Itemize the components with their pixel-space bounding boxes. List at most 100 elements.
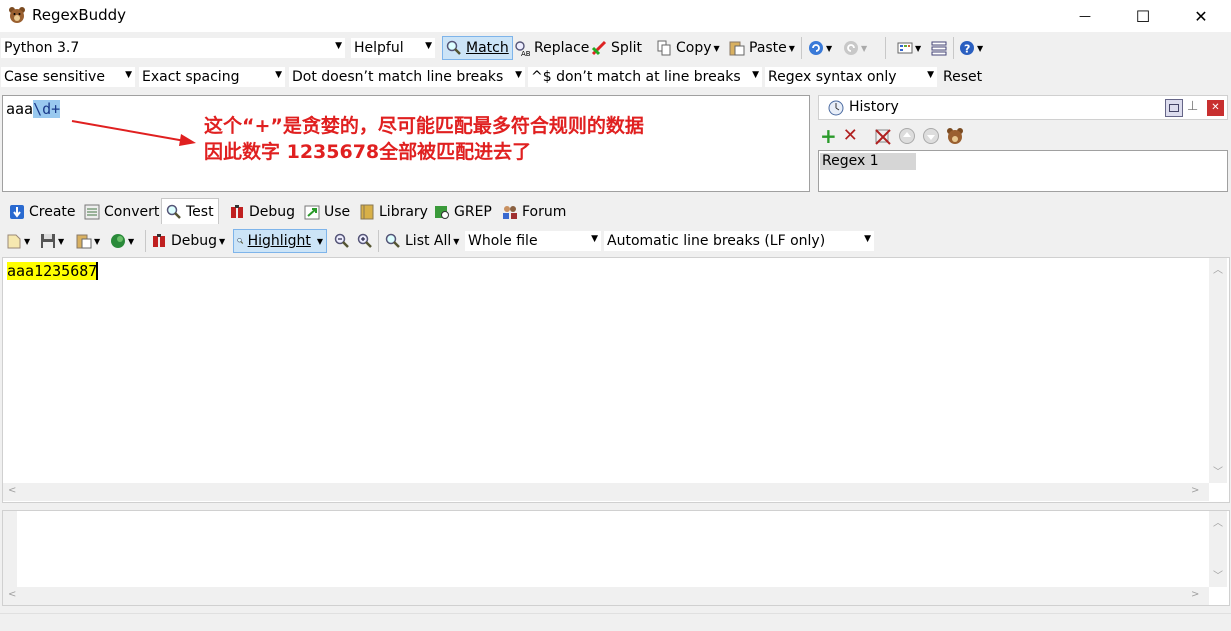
history-toolbar: + ✕ bbox=[820, 126, 964, 146]
scroll-down-icon[interactable]: ﹀ bbox=[1213, 567, 1223, 582]
annotation-line-2: 因此数字 1235678全部被匹配进去了 bbox=[204, 141, 532, 163]
tab-grep[interactable]: GREP bbox=[429, 200, 497, 224]
chevron-down-icon: ▼ bbox=[826, 43, 833, 53]
split-button[interactable]: Split bbox=[588, 36, 645, 60]
magnifier-icon bbox=[446, 40, 461, 55]
tab-create[interactable]: Create bbox=[4, 200, 81, 224]
chevron-down-icon: ▼ bbox=[275, 70, 282, 80]
move-up-icon[interactable] bbox=[898, 127, 916, 145]
regex-text[interactable]: aaa\d+ bbox=[6, 100, 61, 118]
test-horizontal-scrollbar[interactable]: < > bbox=[3, 483, 1209, 501]
minimize-button[interactable]: — bbox=[1062, 0, 1108, 32]
syntax-select[interactable]: Regex syntax only ▼ bbox=[764, 66, 938, 88]
title-bar bbox=[0, 0, 1231, 32]
scroll-down-icon[interactable]: ﹀ bbox=[1213, 463, 1223, 478]
tab-forum[interactable]: Forum bbox=[497, 200, 571, 224]
scroll-up-icon[interactable]: ︿ bbox=[1213, 514, 1223, 529]
scroll-right-icon[interactable]: > bbox=[1191, 485, 1199, 496]
scope-select[interactable]: Whole file ▼ bbox=[464, 230, 602, 252]
results-horizontal-scrollbar[interactable]: < > bbox=[3, 587, 1209, 605]
dot-select[interactable]: Dot doesn’t match line breaks ▼ bbox=[288, 66, 526, 88]
toolbar-divider bbox=[378, 230, 379, 252]
delete-icon[interactable]: ✕ bbox=[843, 126, 858, 146]
regexbuddy-logo-icon bbox=[9, 7, 25, 23]
clear-all-icon[interactable] bbox=[874, 127, 892, 145]
reset-button[interactable]: Reset bbox=[940, 65, 985, 89]
move-down-icon[interactable] bbox=[922, 127, 940, 145]
case-select[interactable]: Case sensitive ▼ bbox=[0, 66, 136, 88]
results-vertical-scrollbar[interactable]: ︿ ﹀ bbox=[1209, 511, 1227, 587]
debug-label: Debug bbox=[171, 233, 218, 249]
history-item[interactable]: Regex 1 bbox=[820, 153, 916, 170]
chevron-down-icon: ▼ bbox=[713, 43, 720, 53]
scroll-left-icon[interactable]: < bbox=[8, 589, 16, 600]
scroll-up-icon[interactable]: ︿ bbox=[1213, 261, 1223, 276]
paste-test-button[interactable]: ▼ bbox=[73, 229, 103, 253]
line-breaks-value: Automatic line breaks (LF only) bbox=[607, 233, 826, 249]
history-float-button[interactable] bbox=[1165, 99, 1183, 117]
replace-button[interactable]: AB Replace bbox=[511, 36, 592, 60]
chevron-down-icon: ▼ bbox=[915, 43, 922, 53]
help-icon: ? bbox=[960, 41, 974, 56]
open-button[interactable]: ▼ bbox=[3, 229, 33, 253]
save-button[interactable]: ▼ bbox=[37, 229, 67, 253]
history-clock-icon bbox=[828, 100, 844, 116]
chevron-down-icon: ▼ bbox=[788, 43, 795, 53]
scroll-right-icon[interactable]: > bbox=[1191, 589, 1199, 600]
copy-button[interactable]: Copy ▼ bbox=[653, 36, 723, 60]
close-button[interactable]: ✕ bbox=[1178, 0, 1224, 32]
anchors-select[interactable]: ^$ don’t match at line breaks ▼ bbox=[527, 66, 763, 88]
scroll-left-icon[interactable]: < bbox=[8, 485, 16, 496]
tab-convert[interactable]: Convert bbox=[79, 200, 164, 224]
redo-button[interactable]: ▼ bbox=[840, 36, 870, 60]
magnifier-icon bbox=[385, 233, 400, 248]
reset-label: Reset bbox=[943, 69, 983, 85]
pin-icon[interactable]: ⊥ bbox=[1187, 99, 1198, 114]
chevron-down-icon: ▼ bbox=[335, 41, 342, 51]
layout-button[interactable]: ▼ bbox=[894, 36, 924, 60]
chevron-down-icon: ▼ bbox=[316, 236, 323, 246]
regexbuddy-icon[interactable] bbox=[946, 127, 964, 145]
split-label: Split bbox=[611, 40, 643, 56]
create-icon bbox=[10, 205, 24, 219]
undo-icon bbox=[809, 41, 823, 55]
main-toolbar: Python 3.7 ▼ Helpful ▼ Match AB Replace Sp… bbox=[0, 34, 1231, 63]
regex-options-toolbar: Case sensitive ▼ Exact spacing ▼ Dot doesn… bbox=[0, 64, 1231, 92]
text-caret bbox=[96, 262, 98, 280]
list-panels-icon bbox=[931, 41, 947, 56]
dot-value: Dot doesn’t match line breaks bbox=[292, 69, 504, 85]
tab-test[interactable]: Test bbox=[161, 198, 219, 224]
tab-use[interactable]: Use bbox=[299, 200, 355, 224]
previous-match-button[interactable] bbox=[331, 229, 353, 253]
history-close-button[interactable]: ✕ bbox=[1207, 100, 1224, 116]
paste-label: Paste bbox=[749, 40, 787, 56]
help-button[interactable]: ? ▼ bbox=[956, 36, 986, 60]
toolbar-divider bbox=[145, 230, 146, 252]
maximize-button[interactable]: ☐ bbox=[1120, 0, 1166, 32]
chevron-down-icon: ▼ bbox=[864, 234, 871, 244]
undo-button[interactable]: ▼ bbox=[805, 36, 835, 60]
test-subject-editor[interactable] bbox=[2, 257, 1230, 503]
list-all-button[interactable]: List All ▼ bbox=[382, 229, 462, 253]
highlight-button[interactable]: Highlight ▼ bbox=[233, 229, 327, 253]
add-icon[interactable]: + bbox=[820, 126, 837, 146]
paste-button[interactable]: Paste ▼ bbox=[726, 36, 798, 60]
helpful-select[interactable]: Helpful ▼ bbox=[350, 37, 436, 59]
flavor-select[interactable]: Python 3.7 ▼ bbox=[0, 37, 346, 59]
convert-icon bbox=[84, 204, 100, 220]
test-vertical-scrollbar[interactable]: ︿ ﹀ bbox=[1209, 258, 1227, 483]
next-match-button[interactable] bbox=[354, 229, 376, 253]
use-icon bbox=[304, 205, 320, 220]
regex-selection: \d+ bbox=[33, 100, 61, 118]
panels-button[interactable] bbox=[928, 36, 950, 60]
line-breaks-select[interactable]: Automatic line breaks (LF only) ▼ bbox=[603, 230, 875, 252]
open-file-icon bbox=[7, 234, 21, 249]
web-button[interactable]: ▼ bbox=[107, 229, 137, 253]
spacing-select[interactable]: Exact spacing ▼ bbox=[138, 66, 286, 88]
library-icon bbox=[360, 204, 374, 220]
match-button[interactable]: Match bbox=[442, 36, 513, 60]
tab-library[interactable]: Library bbox=[354, 200, 433, 224]
tab-debug[interactable]: Debug bbox=[224, 200, 300, 224]
debug-button[interactable]: Debug ▼ bbox=[148, 229, 228, 253]
grid-layout-icon bbox=[897, 42, 913, 54]
